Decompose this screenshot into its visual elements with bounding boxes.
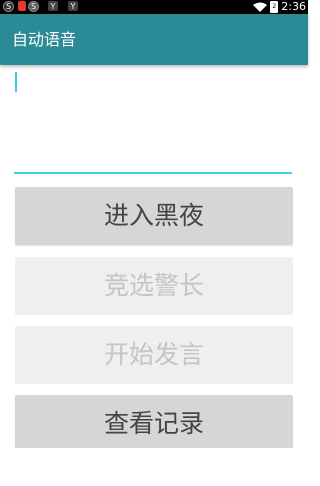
status-time: 2:36 bbox=[281, 0, 306, 13]
y-app-icon-2: Y bbox=[68, 1, 78, 11]
battery-icon: 2 bbox=[270, 1, 279, 13]
app-title: 自动语音 bbox=[12, 30, 77, 49]
status-bar: S S Y Y 2 2:36 bbox=[0, 0, 308, 14]
sheriff-election-button[interactable]: 竞选警长 bbox=[15, 257, 293, 315]
wifi-icon bbox=[253, 2, 268, 13]
bottom-area bbox=[0, 448, 308, 486]
text-cursor bbox=[15, 72, 17, 92]
y-app-icon: Y bbox=[48, 1, 58, 11]
input-underline bbox=[14, 172, 292, 174]
enter-night-button[interactable]: 进入黑夜 bbox=[15, 187, 293, 245]
start-speech-button[interactable]: 开始发言 bbox=[15, 326, 293, 384]
s-app-icon: S bbox=[3, 1, 14, 12]
app-bar: 自动语音 bbox=[0, 14, 308, 65]
s-app-icon-2: S bbox=[28, 1, 39, 12]
view-records-button[interactable]: 查看记录 bbox=[15, 395, 293, 448]
red-app-icon bbox=[18, 1, 26, 11]
status-right: 2 2:36 bbox=[253, 0, 306, 14]
text-input[interactable] bbox=[14, 66, 292, 174]
